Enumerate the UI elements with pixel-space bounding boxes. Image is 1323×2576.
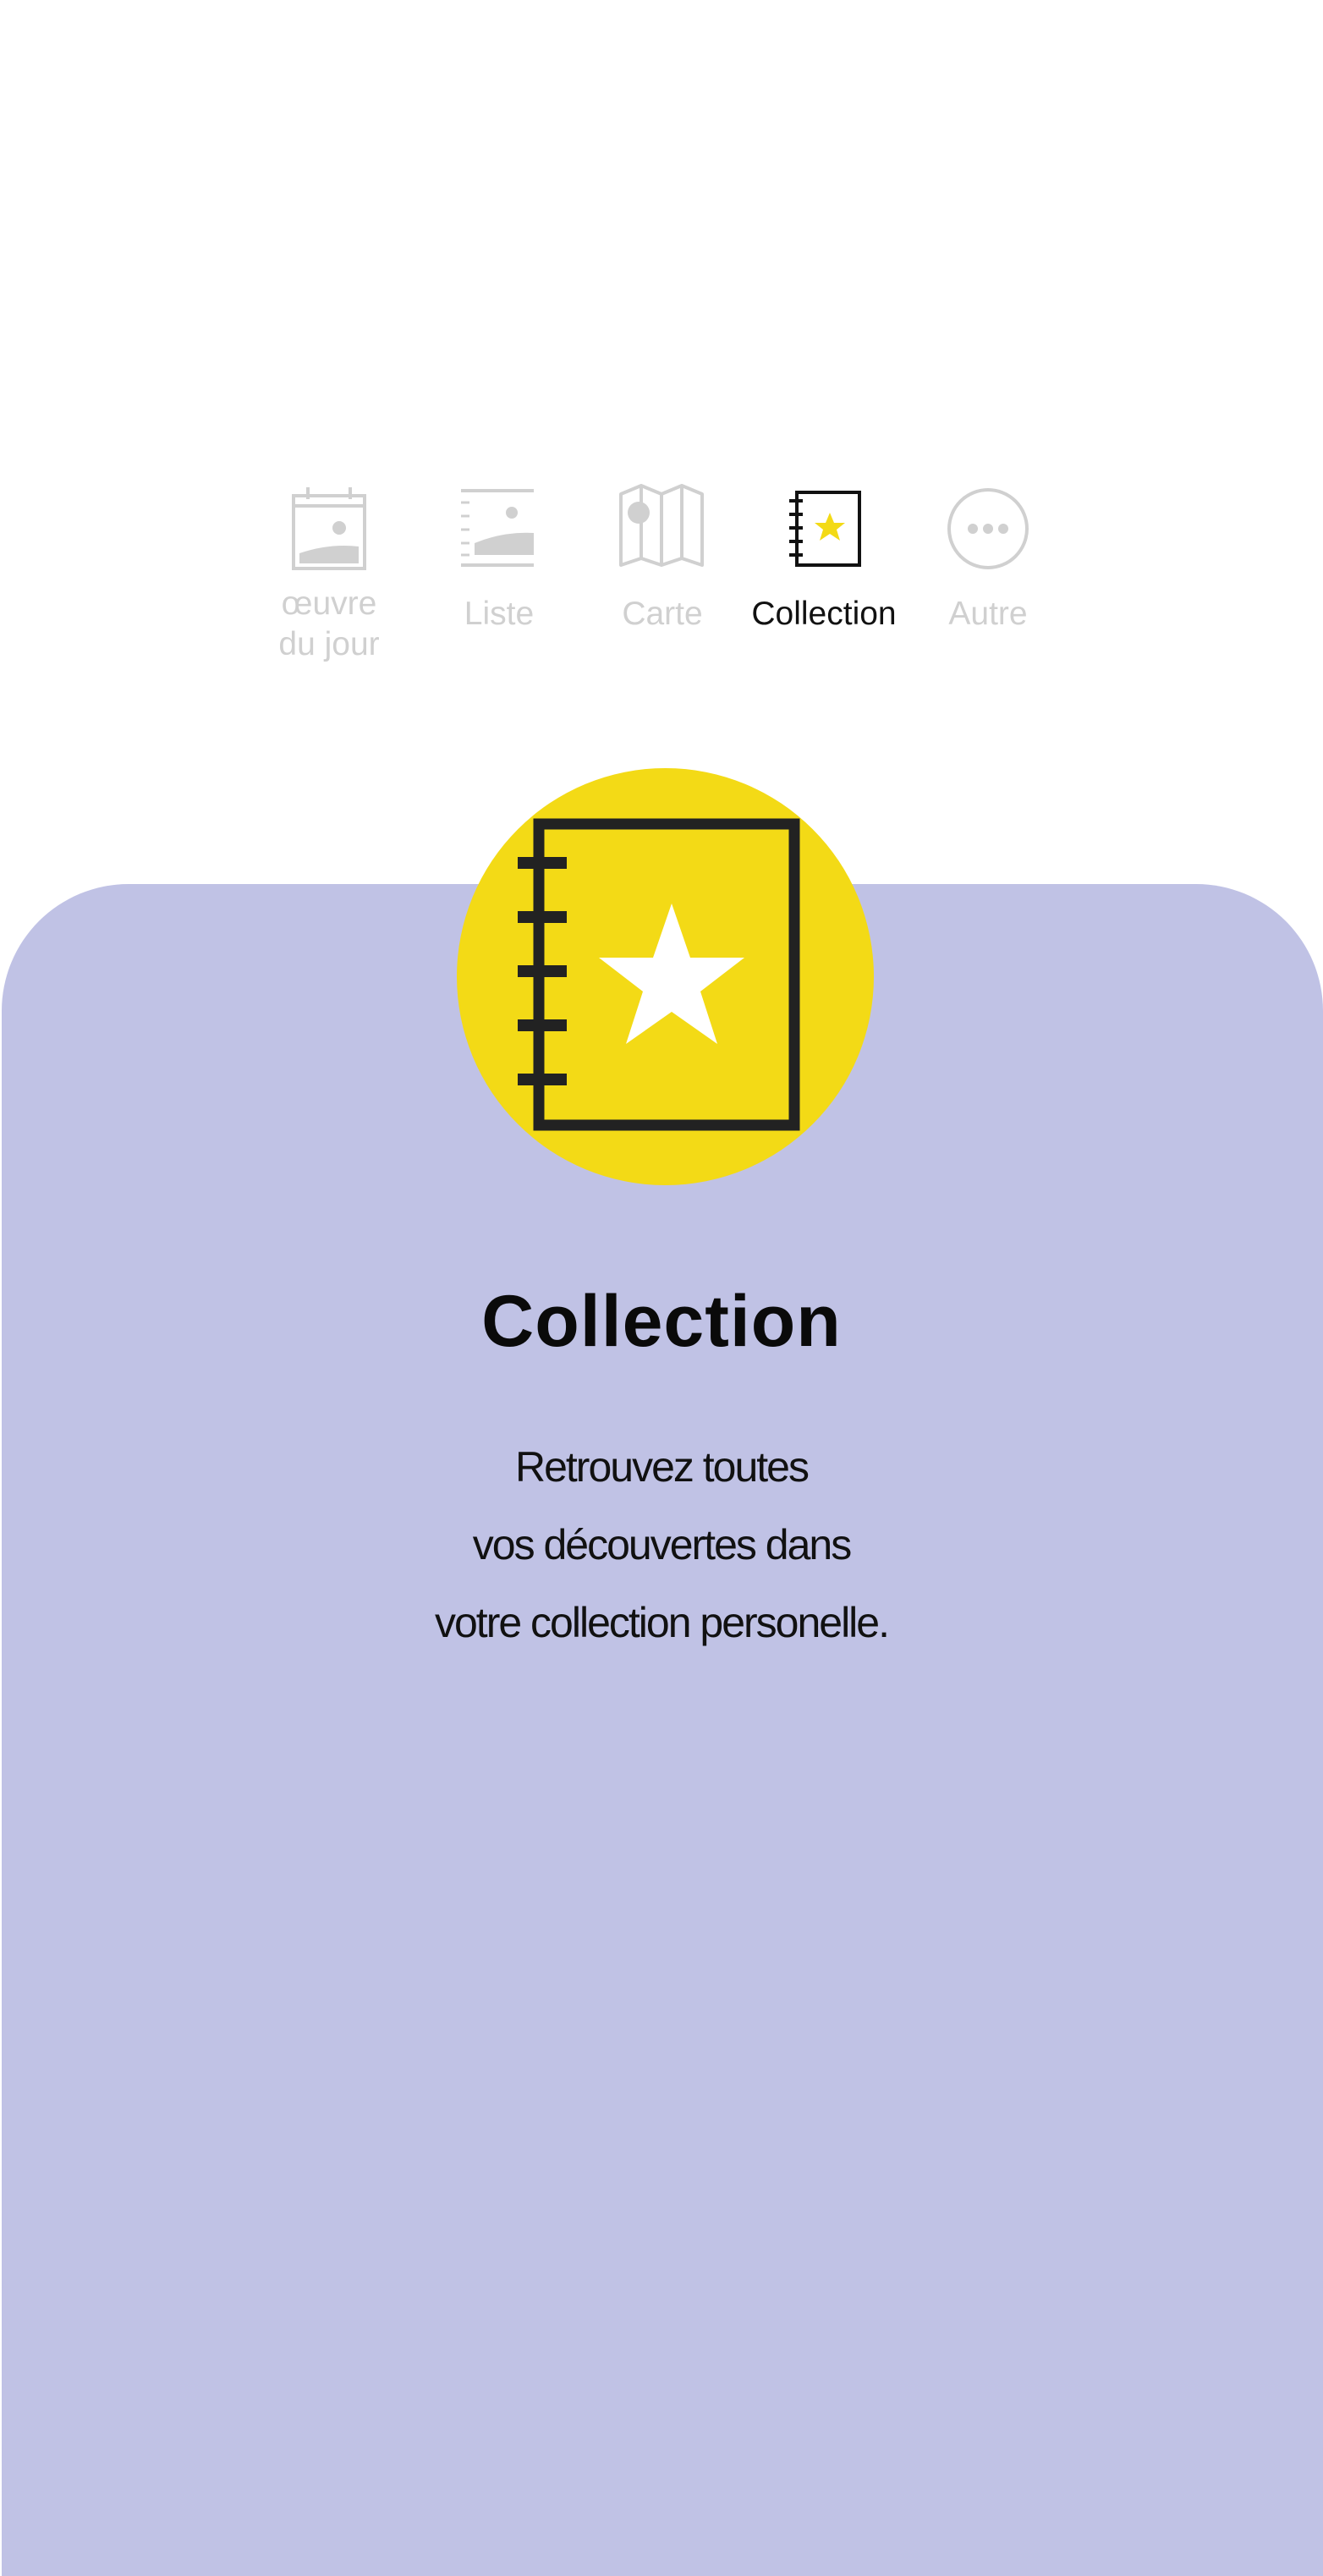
hero-icon-circle [457,768,874,1185]
notebook-star-icon [518,818,800,1131]
more-dots-icon [947,488,1029,569]
tab-label: Liste [464,596,535,632]
daily-artwork-calendar-icon [292,487,366,570]
notebook-star-icon [789,491,861,567]
tab-label: œuvre du jour [278,585,380,662]
tab-label: Autre [948,596,1028,632]
list-image-icon [461,489,534,567]
folded-map-icon [619,484,704,567]
tab-bar: œuvre du jour Liste Carte Collection Aut… [0,482,1323,702]
tab-oeuvre-du-jour[interactable]: œuvre du jour [253,482,405,665]
description-line: vos découvertes dans [472,1521,852,1568]
tab-label: Carte [622,596,703,632]
description-line: Retrouvez toutes [515,1443,810,1491]
description: Retrouvez toutes vos découvertes dans vo… [0,1428,1323,1661]
tab-label: Collection [751,596,897,632]
tab-carte[interactable]: Carte [586,482,738,634]
description-line: votre collection personelle. [435,1599,890,1646]
page-title: Collection [481,1281,842,1362]
tab-autre[interactable]: Autre [912,482,1064,634]
tab-liste[interactable]: Liste [423,482,575,634]
tab-collection[interactable]: Collection [748,482,900,634]
